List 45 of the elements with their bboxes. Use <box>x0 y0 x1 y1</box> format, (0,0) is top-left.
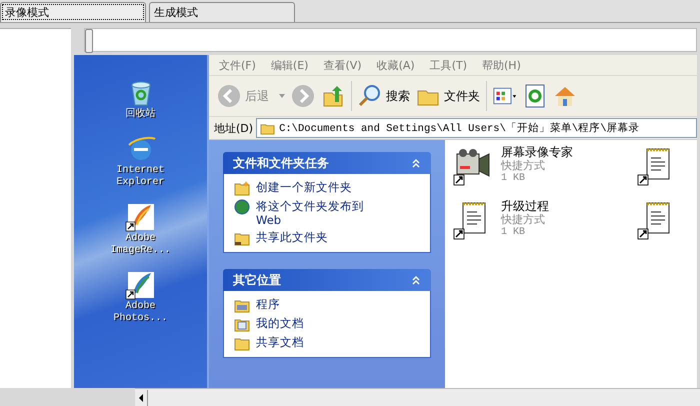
desktop-icon-label[interactable]: Adobe Photos... <box>106 301 174 325</box>
chevron-icon[interactable] <box>411 158 421 168</box>
search-icon[interactable] <box>358 84 382 108</box>
file-type: 快捷方式 <box>501 213 546 226</box>
panel-header[interactable]: 文件和文件夹任务 <box>223 152 431 174</box>
dropdown-caret-icon[interactable] <box>279 94 285 98</box>
globe-icon[interactable] <box>234 199 250 215</box>
feather-icon[interactable] <box>124 201 156 233</box>
file-type: 快捷方式 <box>501 159 546 172</box>
file-name[interactable]: 升级过程 <box>501 200 549 213</box>
file-name[interactable]: 屏幕录像专家 <box>501 146 573 159</box>
panel-title: 其它位置 <box>233 272 281 288</box>
panel-header[interactable]: 其它位置 <box>223 269 431 291</box>
menu-item[interactable]: 查看(V) <box>323 58 362 72</box>
folder-up-icon[interactable] <box>321 84 345 108</box>
menu-item[interactable]: 帮助(H) <box>482 58 521 72</box>
menu-item[interactable]: 编辑(E) <box>270 58 308 72</box>
menu-item[interactable]: 工具(T) <box>430 58 467 72</box>
file-size: 1 KB <box>501 226 526 239</box>
task-link[interactable]: 共享此文件夹 <box>256 230 386 244</box>
folders-button[interactable]: 文件夹 <box>416 84 480 108</box>
task-link[interactable]: 将这个文件夹发布到 Web <box>256 199 386 227</box>
feather-icon[interactable] <box>124 269 156 301</box>
chevron-icon[interactable] <box>411 275 421 285</box>
address-field[interactable]: C:\Documents and Settings\All Users\「开始」菜单\程序\屏幕录 <box>256 118 697 138</box>
menu-item[interactable]: 文件(F) <box>219 58 256 72</box>
slider-thumb[interactable] <box>85 29 93 53</box>
search-button[interactable]: 搜索 <box>358 84 410 108</box>
task-link[interactable]: 程序 <box>256 297 386 311</box>
task-link[interactable]: 创建一个新文件夹 <box>256 180 386 194</box>
home-icon[interactable] <box>553 84 577 108</box>
horizontal-scrollbar[interactable] <box>135 388 700 406</box>
mode-tab[interactable]: 生成模式 <box>149 2 295 22</box>
file-size: 1 KB <box>501 172 526 185</box>
desktop-icon-label[interactable]: Internet Explorer <box>106 165 174 189</box>
slider-track[interactable] <box>84 28 697 52</box>
panel-title: 文件和文件夹任务 <box>233 154 329 172</box>
mode-tab[interactable]: 录像模式 <box>0 2 146 22</box>
desktop-icon-label[interactable]: 回收站 <box>106 109 174 121</box>
menu-item[interactable]: 收藏(A) <box>376 58 415 72</box>
address-label: 地址(D) <box>214 120 254 136</box>
refresh-icon[interactable] <box>523 84 547 108</box>
task-link[interactable]: 共享文档 <box>256 335 386 349</box>
task-link[interactable]: 我的文档 <box>256 316 386 330</box>
folder-icon <box>260 122 276 134</box>
